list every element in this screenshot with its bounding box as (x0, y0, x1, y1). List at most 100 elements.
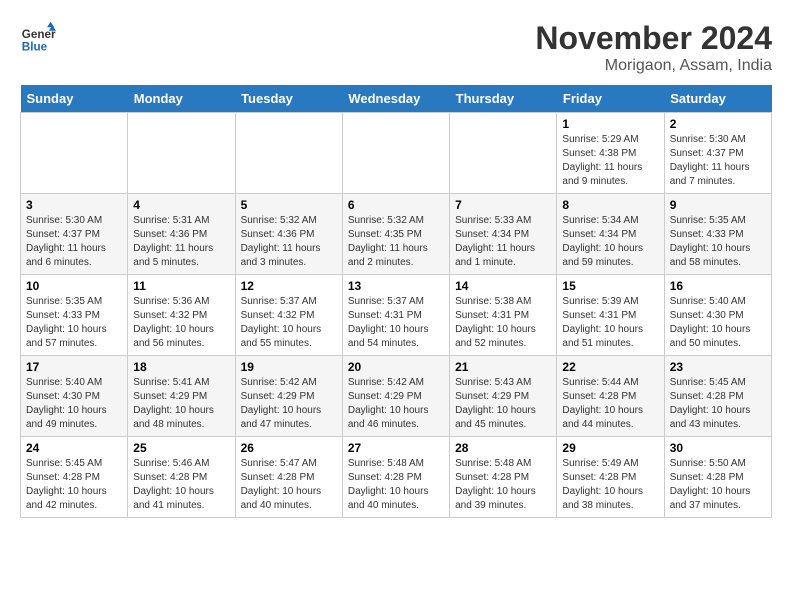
day-info: Sunrise: 5:32 AM Sunset: 4:36 PM Dayligh… (241, 214, 337, 270)
day-info: Sunrise: 5:40 AM Sunset: 4:30 PM Dayligh… (26, 376, 122, 432)
calendar-cell: 4 Sunrise: 5:31 AM Sunset: 4:36 PM Daylig… (128, 194, 235, 275)
calendar-cell: 21 Sunrise: 5:43 AM Sunset: 4:29 PM Dayli… (450, 356, 557, 437)
day-info: Sunrise: 5:46 AM Sunset: 4:28 PM Dayligh… (133, 457, 229, 513)
calendar-cell: 3 Sunrise: 5:30 AM Sunset: 4:37 PM Daylig… (21, 194, 128, 275)
day-number: 17 (26, 360, 122, 374)
calendar-cell: 23 Sunrise: 5:45 AM Sunset: 4:28 PM Dayli… (664, 356, 771, 437)
calendar-week-3: 17 Sunrise: 5:40 AM Sunset: 4:30 PM Dayli… (21, 356, 772, 437)
day-number: 23 (670, 360, 766, 374)
day-info: Sunrise: 5:42 AM Sunset: 4:29 PM Dayligh… (348, 376, 444, 432)
calendar-cell: 1Sunrise: 5:29 AM Sunset: 4:38 PM Daylig… (557, 113, 664, 194)
day-number: 10 (26, 279, 122, 293)
day-number: 21 (455, 360, 551, 374)
calendar-cell: 9 Sunrise: 5:35 AM Sunset: 4:33 PM Daylig… (664, 194, 771, 275)
day-number: 25 (133, 441, 229, 455)
day-info: Sunrise: 5:35 AM Sunset: 4:33 PM Dayligh… (670, 214, 766, 270)
day-number: 22 (562, 360, 658, 374)
weekday-sunday: Sunday (21, 85, 128, 113)
day-number: 15 (562, 279, 658, 293)
calendar-cell: 15Sunrise: 5:39 AM Sunset: 4:31 PM Dayli… (557, 275, 664, 356)
calendar-cell: 7 Sunrise: 5:33 AM Sunset: 4:34 PM Daylig… (450, 194, 557, 275)
day-info: Sunrise: 5:36 AM Sunset: 4:32 PM Dayligh… (133, 295, 229, 351)
day-number: 28 (455, 441, 551, 455)
calendar-cell: 6 Sunrise: 5:32 AM Sunset: 4:35 PM Daylig… (342, 194, 449, 275)
calendar-week-4: 24Sunrise: 5:45 AM Sunset: 4:28 PM Dayli… (21, 437, 772, 518)
day-info: Sunrise: 5:37 AM Sunset: 4:31 PM Dayligh… (348, 295, 444, 351)
calendar-cell (21, 113, 128, 194)
calendar-cell: 18Sunrise: 5:41 AM Sunset: 4:29 PM Dayli… (128, 356, 235, 437)
day-number: 9 (670, 198, 766, 212)
calendar-table: Sunday Monday Tuesday Wednesday Thursday… (20, 85, 772, 518)
day-number: 7 (455, 198, 551, 212)
day-info: Sunrise: 5:32 AM Sunset: 4:35 PM Dayligh… (348, 214, 444, 270)
calendar-cell: 14Sunrise: 5:38 AM Sunset: 4:31 PM Dayli… (450, 275, 557, 356)
day-info: Sunrise: 5:31 AM Sunset: 4:36 PM Dayligh… (133, 214, 229, 270)
day-info: Sunrise: 5:44 AM Sunset: 4:28 PM Dayligh… (562, 376, 658, 432)
day-number: 20 (348, 360, 444, 374)
day-info: Sunrise: 5:50 AM Sunset: 4:28 PM Dayligh… (670, 457, 766, 513)
day-number: 29 (562, 441, 658, 455)
month-title: November 2024 (535, 20, 772, 57)
day-info: Sunrise: 5:43 AM Sunset: 4:29 PM Dayligh… (455, 376, 551, 432)
weekday-row: Sunday Monday Tuesday Wednesday Thursday… (21, 85, 772, 113)
calendar-cell: 17 Sunrise: 5:40 AM Sunset: 4:30 PM Dayli… (21, 356, 128, 437)
page-header: General Blue November 2024 Morigaon, Ass… (20, 20, 772, 75)
day-number: 12 (241, 279, 337, 293)
calendar-cell: 19 Sunrise: 5:42 AM Sunset: 4:29 PM Dayli… (235, 356, 342, 437)
day-info: Sunrise: 5:49 AM Sunset: 4:28 PM Dayligh… (562, 457, 658, 513)
calendar-week-1: 3 Sunrise: 5:30 AM Sunset: 4:37 PM Daylig… (21, 194, 772, 275)
day-number: 8 (562, 198, 658, 212)
calendar-cell: 5 Sunrise: 5:32 AM Sunset: 4:36 PM Daylig… (235, 194, 342, 275)
weekday-wednesday: Wednesday (342, 85, 449, 113)
svg-text:Blue: Blue (22, 41, 48, 54)
calendar-week-2: 10 Sunrise: 5:35 AM Sunset: 4:33 PM Dayli… (21, 275, 772, 356)
day-number: 5 (241, 198, 337, 212)
calendar-cell (342, 113, 449, 194)
weekday-thursday: Thursday (450, 85, 557, 113)
calendar-cell: 2 Sunrise: 5:30 AM Sunset: 4:37 PM Daylig… (664, 113, 771, 194)
day-number: 18 (133, 360, 229, 374)
day-number: 19 (241, 360, 337, 374)
calendar-cell: 25 Sunrise: 5:46 AM Sunset: 4:28 PM Dayli… (128, 437, 235, 518)
title-block: November 2024 Morigaon, Assam, India (535, 20, 772, 75)
calendar-cell: 26Sunrise: 5:47 AM Sunset: 4:28 PM Dayli… (235, 437, 342, 518)
calendar-header: Sunday Monday Tuesday Wednesday Thursday… (21, 85, 772, 113)
calendar-cell: 20 Sunrise: 5:42 AM Sunset: 4:29 PM Dayli… (342, 356, 449, 437)
day-number: 1 (562, 117, 658, 131)
day-info: Sunrise: 5:42 AM Sunset: 4:29 PM Dayligh… (241, 376, 337, 432)
day-number: 4 (133, 198, 229, 212)
weekday-saturday: Saturday (664, 85, 771, 113)
day-info: Sunrise: 5:37 AM Sunset: 4:32 PM Dayligh… (241, 295, 337, 351)
day-number: 3 (26, 198, 122, 212)
calendar-cell (235, 113, 342, 194)
day-number: 16 (670, 279, 766, 293)
day-info: Sunrise: 5:35 AM Sunset: 4:33 PM Dayligh… (26, 295, 122, 351)
location: Morigaon, Assam, India (535, 57, 772, 75)
day-info: Sunrise: 5:48 AM Sunset: 4:28 PM Dayligh… (348, 457, 444, 513)
calendar-cell: 16Sunrise: 5:40 AM Sunset: 4:30 PM Dayli… (664, 275, 771, 356)
calendar-cell: 27Sunrise: 5:48 AM Sunset: 4:28 PM Dayli… (342, 437, 449, 518)
day-info: Sunrise: 5:33 AM Sunset: 4:34 PM Dayligh… (455, 214, 551, 270)
calendar-body: 1Sunrise: 5:29 AM Sunset: 4:38 PM Daylig… (21, 113, 772, 518)
day-number: 13 (348, 279, 444, 293)
day-info: Sunrise: 5:30 AM Sunset: 4:37 PM Dayligh… (670, 133, 766, 189)
day-info: Sunrise: 5:34 AM Sunset: 4:34 PM Dayligh… (562, 214, 658, 270)
calendar-week-0: 1Sunrise: 5:29 AM Sunset: 4:38 PM Daylig… (21, 113, 772, 194)
calendar-cell: 10 Sunrise: 5:35 AM Sunset: 4:33 PM Dayli… (21, 275, 128, 356)
day-info: Sunrise: 5:45 AM Sunset: 4:28 PM Dayligh… (670, 376, 766, 432)
day-number: 2 (670, 117, 766, 131)
logo-icon: General Blue (20, 20, 56, 56)
calendar-cell: 8 Sunrise: 5:34 AM Sunset: 4:34 PM Daylig… (557, 194, 664, 275)
calendar-cell: 29 Sunrise: 5:49 AM Sunset: 4:28 PM Dayli… (557, 437, 664, 518)
calendar-cell: 30Sunrise: 5:50 AM Sunset: 4:28 PM Dayli… (664, 437, 771, 518)
calendar-cell (128, 113, 235, 194)
calendar-cell: 12 Sunrise: 5:37 AM Sunset: 4:32 PM Dayli… (235, 275, 342, 356)
calendar-cell: 28Sunrise: 5:48 AM Sunset: 4:28 PM Dayli… (450, 437, 557, 518)
weekday-monday: Monday (128, 85, 235, 113)
day-info: Sunrise: 5:47 AM Sunset: 4:28 PM Dayligh… (241, 457, 337, 513)
logo: General Blue (20, 20, 56, 56)
day-info: Sunrise: 5:30 AM Sunset: 4:37 PM Dayligh… (26, 214, 122, 270)
day-number: 6 (348, 198, 444, 212)
day-number: 24 (26, 441, 122, 455)
weekday-tuesday: Tuesday (235, 85, 342, 113)
